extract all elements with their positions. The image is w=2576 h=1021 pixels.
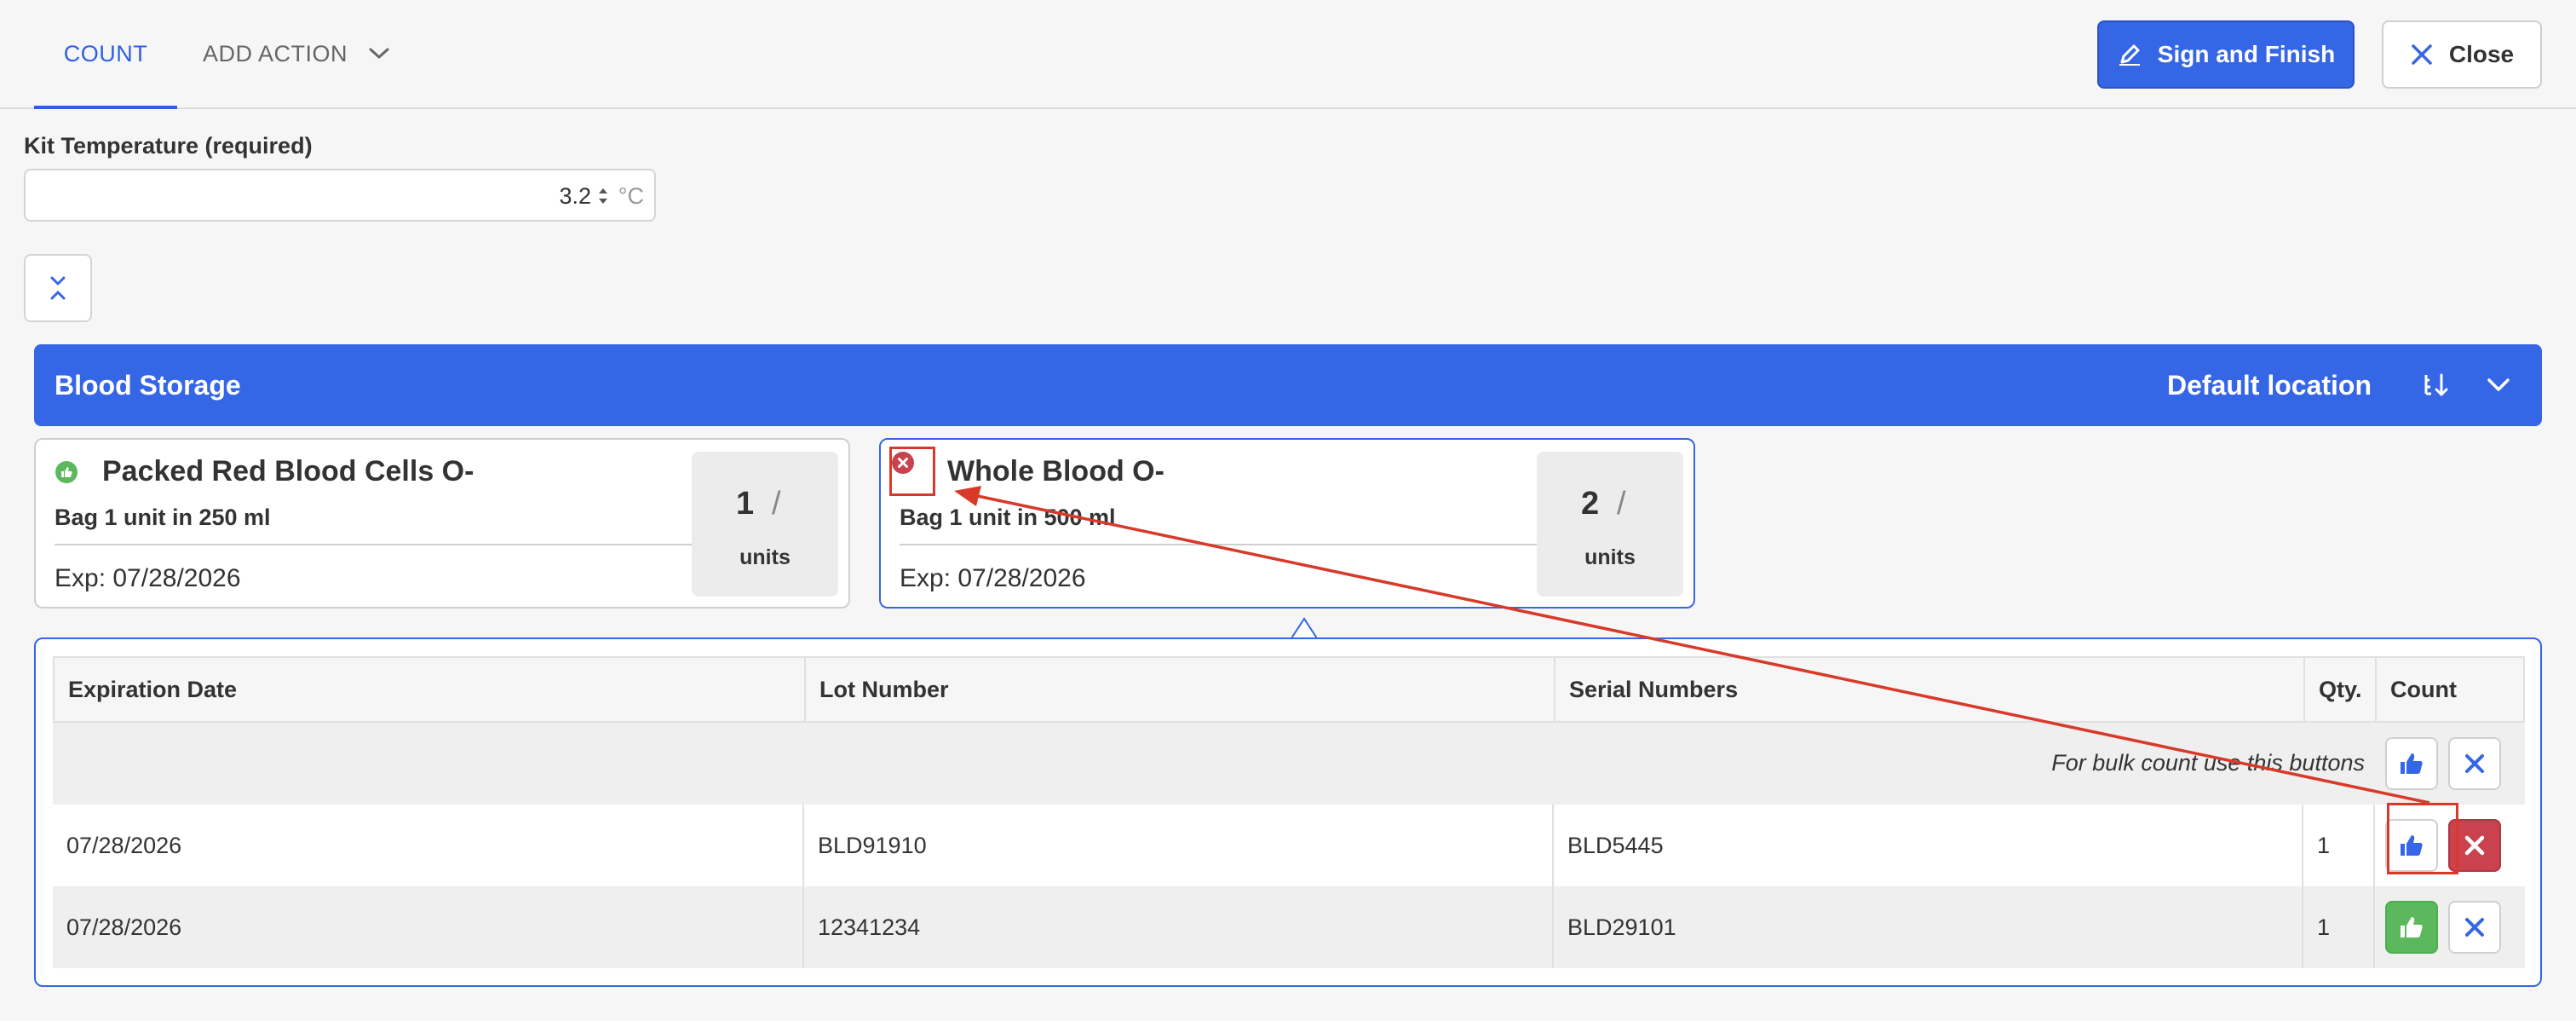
product-card-packed-red-blood-cells[interactable]: Packed Red Blood Cells O- Bag 1 unit in … [34, 438, 850, 609]
thumbs-up-icon [2401, 835, 2423, 856]
pen-icon [2119, 44, 2140, 66]
reject-count-button[interactable] [2448, 901, 2501, 954]
cell-serial: BLD5445 [1552, 805, 2302, 886]
quantity-slash: / [1617, 486, 1626, 522]
active-tab-indicator [34, 106, 177, 109]
product-name: Whole Blood O- [947, 455, 1164, 487]
approve-count-button[interactable] [2385, 901, 2438, 954]
product-description: Bag 1 unit in 500 ml [900, 505, 1116, 530]
reject-count-button[interactable] [2448, 819, 2501, 872]
approve-count-button[interactable] [2385, 819, 2438, 872]
product-expiration: Exp: 07/28/2026 [900, 564, 1086, 592]
column-header-lot: Lot Number [804, 658, 1554, 721]
table-header-row: Expiration Date Lot Number Serial Number… [53, 656, 2525, 723]
bulk-approve-button[interactable] [2385, 737, 2438, 790]
close-icon [2465, 754, 2484, 773]
top-bar: COUNT ADD ACTION Sign and Finish Close [0, 0, 2576, 109]
cell-lot: BLD91910 [802, 805, 1552, 886]
kit-temperature-label: Kit Temperature (required) [24, 133, 313, 159]
product-expiration: Exp: 07/28/2026 [55, 564, 241, 592]
product-quantity-box: 1 / units [692, 452, 838, 597]
column-header-expiration: Expiration Date [68, 676, 238, 702]
chevron-down-icon[interactable] [2486, 373, 2511, 397]
table-row: 07/28/2026 BLD91910 BLD5445 1 [53, 805, 2525, 886]
close-label: Close [2448, 41, 2515, 67]
tab-add-action[interactable]: ADD ACTION [203, 0, 390, 107]
temperature-unit: °C [618, 183, 644, 209]
close-icon [2464, 835, 2485, 856]
cell-expiration: 07/28/2026 [66, 832, 182, 858]
product-description: Bag 1 unit in 250 ml [55, 505, 271, 530]
bulk-count-hint: For bulk count use this buttons [2051, 750, 2365, 776]
quantity-unit: units [739, 545, 791, 569]
column-header-serial: Serial Numbers [1554, 658, 2303, 721]
collapse-all-button[interactable] [24, 254, 92, 322]
collapse-chevrons-icon [50, 276, 66, 300]
cell-lot: 12341234 [802, 886, 1552, 968]
bulk-reject-button[interactable] [2448, 737, 2501, 790]
product-quantity-box: 2 / units [1537, 452, 1683, 597]
thumbs-up-icon [2401, 917, 2423, 937]
divider [900, 544, 1544, 545]
number-spinner-icon[interactable] [596, 184, 610, 208]
kit-temperature-value: 3.2 [559, 183, 591, 209]
close-button[interactable]: Close [2382, 20, 2542, 89]
cell-serial: BLD29101 [1552, 886, 2302, 968]
sign-and-finish-button[interactable]: Sign and Finish [2097, 20, 2355, 89]
column-header-qty: Qty. [2303, 658, 2375, 721]
lot-detail-panel: Expiration Date Lot Number Serial Number… [34, 637, 2542, 987]
tab-add-action-label: ADD ACTION [203, 40, 348, 66]
quantity-value: 1 [736, 486, 755, 522]
cell-qty: 1 [2302, 886, 2373, 968]
quantity-slash: / [772, 486, 781, 522]
sign-and-finish-label: Sign and Finish [2157, 41, 2336, 67]
quantity-value: 2 [1581, 486, 1600, 522]
blood-storage-header[interactable]: Blood Storage Default location [34, 344, 2542, 426]
tab-count-label: COUNT [63, 40, 148, 66]
divider [55, 544, 699, 545]
column-header-count: Count [2375, 658, 2527, 721]
kit-temperature-input[interactable]: 3.2 °C [24, 169, 656, 222]
cell-qty: 1 [2302, 805, 2373, 886]
rejected-status-icon [892, 452, 914, 474]
thumbs-up-icon [2401, 753, 2423, 774]
close-icon [2412, 44, 2432, 65]
thumbs-up-status-icon [55, 461, 78, 483]
product-card-whole-blood[interactable]: Whole Blood O- Bag 1 unit in 500 ml Exp:… [879, 438, 1695, 609]
close-icon [2465, 918, 2484, 937]
table-row: 07/28/2026 12341234 BLD29101 1 [53, 886, 2525, 968]
tab-count[interactable]: COUNT [34, 0, 177, 109]
section-title: Blood Storage [55, 370, 241, 401]
bulk-count-row: For bulk count use this buttons [53, 723, 2525, 805]
quantity-unit: units [1584, 545, 1636, 569]
sort-icon[interactable] [2423, 372, 2450, 399]
product-name: Packed Red Blood Cells O- [102, 455, 474, 487]
card-pointer-caret [1291, 617, 1317, 639]
cell-expiration: 07/28/2026 [66, 914, 182, 940]
chevron-down-icon [369, 48, 389, 59]
section-location: Default location [2166, 370, 2372, 401]
